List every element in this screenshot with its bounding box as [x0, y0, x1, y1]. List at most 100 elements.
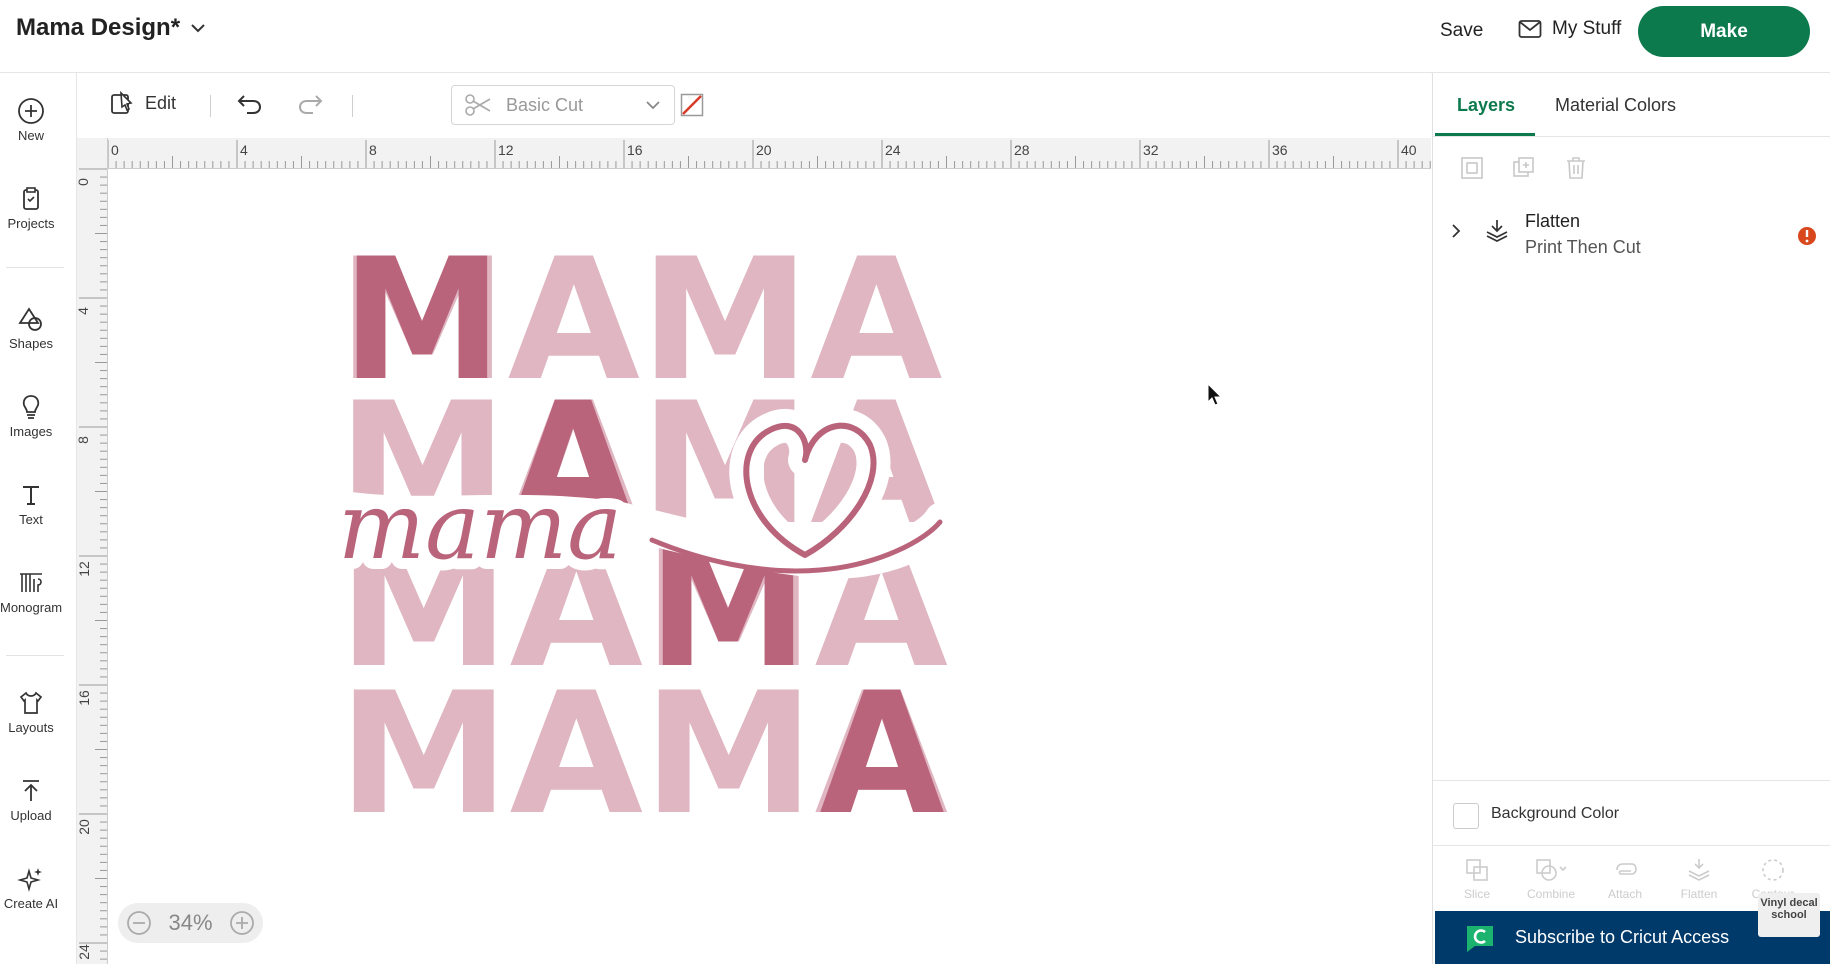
trash-icon: [1567, 157, 1585, 179]
vertical-ruler: 0 4 8 12 16 20 24: [77, 138, 108, 964]
sidebar-item-label: Monogram: [0, 600, 63, 615]
lightbulb-icon: [22, 395, 40, 419]
group-button[interactable]: [1459, 155, 1485, 186]
sidebar-divider: [6, 267, 64, 268]
edit-toolbar: Edit Basic Cut: [77, 73, 1431, 137]
shirt-icon: [19, 691, 43, 714]
design-canvas[interactable]: MAMA MAMA MAMA MAMA M A M A mama mama: [108, 169, 1431, 964]
sidebar-item-label: Create AI: [3, 896, 59, 911]
flatten-button[interactable]: Flatten: [1669, 857, 1729, 901]
sidebar-item-layouts[interactable]: Layouts: [0, 689, 62, 735]
duplicate-icon: [1513, 157, 1534, 177]
sidebar-item-new[interactable]: New: [0, 97, 62, 143]
left-sidebar: New Projects Shapes Images Text Monogram…: [0, 73, 77, 964]
paperclip-icon: [1616, 863, 1637, 875]
zoom-out-icon[interactable]: [126, 910, 152, 936]
my-stuff-label: My Stuff: [1552, 18, 1622, 39]
ruler-ticks: [107, 140, 1431, 168]
slice-icon: [1466, 859, 1488, 881]
warning-icon[interactable]: [1797, 226, 1817, 246]
project-title-dropdown[interactable]: Mama Design*: [16, 14, 208, 42]
plus-circle-icon: [18, 98, 44, 124]
my-stuff-button[interactable]: My Stuff: [1518, 18, 1621, 40]
mail-icon: [1518, 20, 1542, 38]
chevron-down-icon: [191, 24, 205, 33]
toolbar-divider: [352, 95, 353, 117]
sidebar-item-images[interactable]: Images: [0, 393, 62, 439]
panel-divider: [1433, 845, 1830, 846]
ruler-label: 0: [111, 142, 119, 158]
ruler-label: 4: [240, 142, 248, 158]
sidebar-item-label: Projects: [7, 216, 55, 231]
sidebar-item-label: Text: [19, 512, 43, 527]
ruler-label: 8: [369, 142, 377, 158]
chevron-right-icon[interactable]: [1449, 223, 1463, 239]
background-color-checkbox[interactable]: [1453, 803, 1479, 829]
sidebar-item-label: Images: [9, 424, 53, 439]
color-swatch-none[interactable]: [680, 93, 704, 117]
cricut-access-icon: [1467, 925, 1493, 952]
shapes-icon: [18, 307, 42, 331]
ruler-label: 4: [77, 307, 91, 315]
ruler-label: 20: [756, 142, 772, 158]
zoom-level: 34%: [168, 910, 213, 935]
mama-design-artwork[interactable]: MAMA MAMA MAMA MAMA M A M A mama mama: [108, 169, 1431, 964]
sidebar-item-upload[interactable]: Upload: [0, 777, 62, 823]
edit-label: Edit: [145, 92, 177, 113]
no-color-icon: [680, 93, 704, 117]
mouse-cursor-icon: [1207, 383, 1223, 406]
delete-button[interactable]: [1563, 155, 1589, 186]
sparkle-icon: [17, 868, 42, 892]
subscribe-label: Subscribe to Cricut Access: [1515, 927, 1730, 947]
sidebar-item-monogram[interactable]: Monogram: [0, 569, 62, 615]
save-button[interactable]: Save: [1440, 20, 1483, 42]
ruler-label: 24: [885, 142, 901, 158]
tab-divider: [1433, 136, 1830, 137]
attach-button[interactable]: Attach: [1595, 857, 1655, 901]
layer-subtitle: Print Then Cut: [1525, 237, 1641, 257]
flatten-label: Flatten: [1680, 887, 1718, 901]
slice-button[interactable]: Slice: [1447, 857, 1507, 901]
combine-icon: [1536, 859, 1567, 881]
operation-select[interactable]: Basic Cut: [451, 85, 675, 125]
project-title: Mama Design*: [16, 14, 181, 41]
sidebar-item-label: Shapes: [8, 336, 54, 351]
watermark-badge: Vinyl decal school: [1758, 893, 1820, 937]
make-button[interactable]: Make: [1638, 6, 1810, 57]
ruler-label: 16: [77, 690, 92, 706]
sidebar-item-shapes[interactable]: Shapes: [0, 305, 62, 351]
undo-button[interactable]: [235, 91, 265, 117]
ruler-label: 32: [1143, 142, 1159, 158]
undo-icon: [237, 95, 262, 114]
flatten-icon: [1688, 859, 1710, 881]
flatten-layer-icon: [1486, 220, 1508, 242]
sidebar-divider: [6, 655, 64, 656]
sidebar-item-text[interactable]: Text: [0, 481, 62, 527]
tab-material-colors[interactable]: Material Colors: [1555, 95, 1676, 116]
text-icon: [23, 486, 39, 505]
redo-button[interactable]: [295, 91, 325, 117]
panel-divider: [1433, 780, 1830, 781]
combine-button[interactable]: Combine: [1521, 857, 1581, 901]
sidebar-item-projects[interactable]: Projects: [0, 185, 62, 231]
ruler-ticks: [79, 168, 107, 960]
horizontal-ruler: 0 4 8 12 16 20 24 28 32 36 40: [77, 138, 1431, 169]
monogram-icon: [20, 573, 42, 592]
ruler-label: 20: [77, 819, 92, 835]
zoom-in-icon[interactable]: [229, 910, 255, 936]
ruler-label: 0: [77, 178, 91, 186]
tab-layers[interactable]: Layers: [1457, 95, 1515, 116]
layer-row-flatten[interactable]: Flatten Print Then Cut: [1433, 203, 1830, 259]
sidebar-item-label: New: [17, 128, 44, 143]
background-color-label: Background Color: [1491, 805, 1620, 822]
slice-label: Slice: [1463, 887, 1490, 901]
ruler-label: 8: [77, 436, 91, 444]
duplicate-button[interactable]: [1511, 155, 1537, 186]
edit-button[interactable]: Edit: [109, 89, 176, 117]
ruler-label: 36: [1272, 142, 1288, 158]
sidebar-item-create-ai[interactable]: Create AI: [0, 865, 62, 911]
operation-value: Basic Cut: [506, 94, 584, 115]
attach-label: Attach: [1607, 887, 1643, 901]
sidebar-item-label: Upload: [10, 808, 52, 823]
ruler-label: 16: [627, 142, 643, 158]
